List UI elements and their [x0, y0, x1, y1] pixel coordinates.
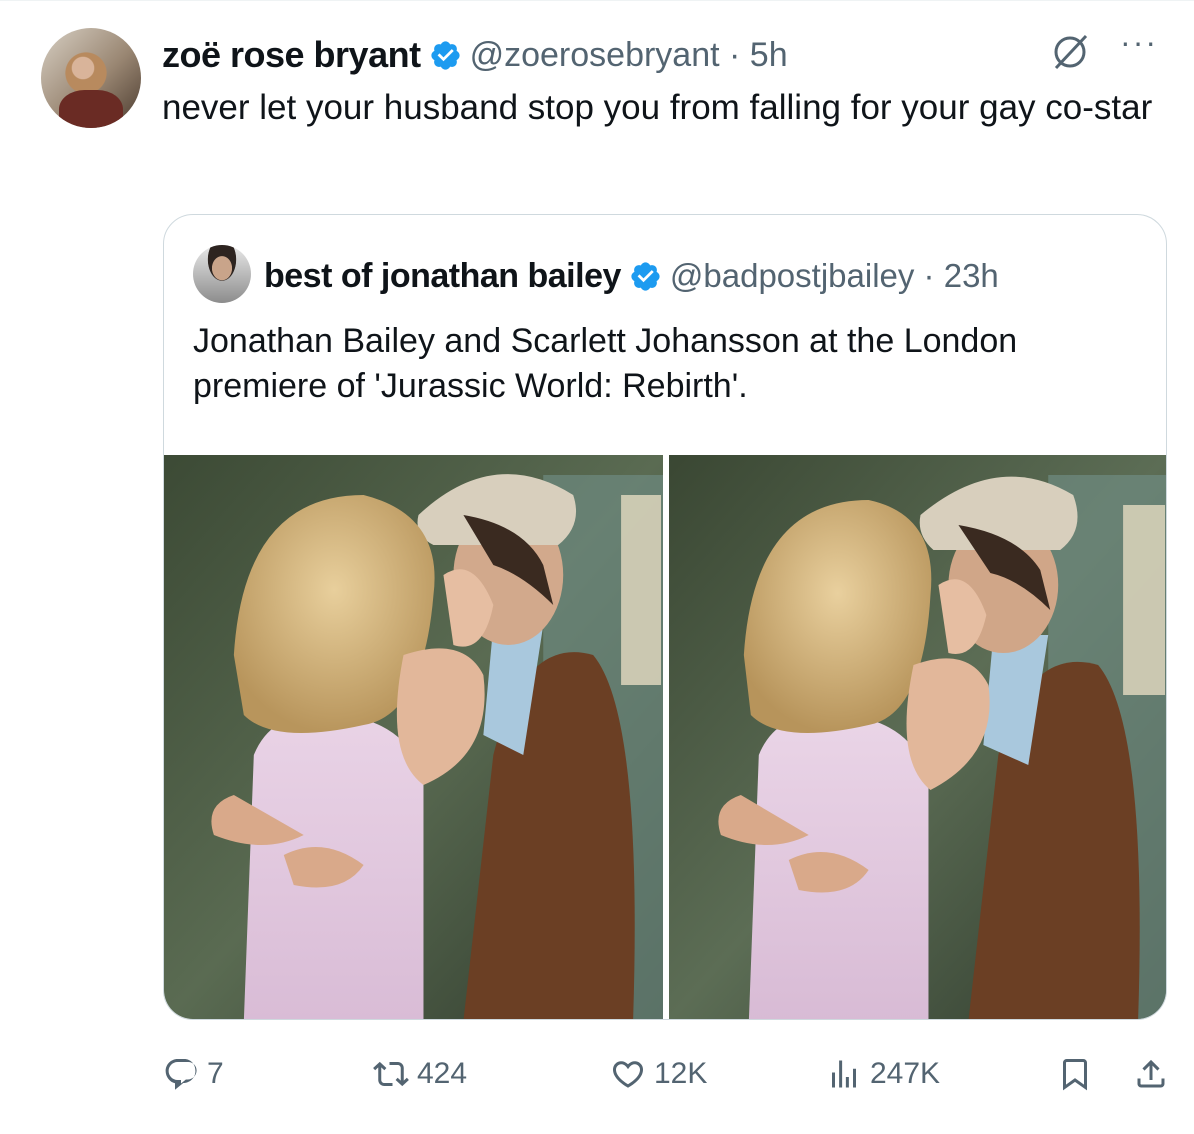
- like-button[interactable]: 12K: [610, 1056, 707, 1092]
- quoted-tweet[interactable]: best of jonathan bailey @badpostjbailey …: [163, 214, 1167, 1020]
- separator-dot: ·: [914, 257, 944, 294]
- repost-count: 424: [417, 1057, 468, 1090]
- views-count: 247K: [870, 1057, 941, 1090]
- right-actions: [1057, 1056, 1169, 1097]
- bookmark-icon[interactable]: [1057, 1056, 1093, 1097]
- quoted-tweet-text: Jonathan Bailey and Scarlett Johansson a…: [193, 322, 1018, 405]
- quoted-tweet-header: best of jonathan bailey @badpostjbailey …: [264, 251, 999, 301]
- separator-dot: ·: [719, 35, 750, 74]
- reply-button[interactable]: 7: [163, 1056, 224, 1092]
- verified-badge-icon: [629, 260, 662, 293]
- quoted-tweet-time[interactable]: 23h: [944, 257, 999, 295]
- like-count: 12K: [654, 1057, 708, 1090]
- grok-icon[interactable]: [1048, 30, 1092, 74]
- author-handle[interactable]: @zoerosebryant: [470, 36, 720, 75]
- reply-count: 7: [207, 1057, 224, 1090]
- photo-1[interactable]: [164, 455, 663, 1019]
- top-divider: [0, 0, 1194, 1]
- repost-button[interactable]: 424: [373, 1056, 467, 1092]
- photo-2[interactable]: [669, 455, 1166, 1019]
- tweet-header: zoë rose bryant @zoerosebryant · 5h: [162, 30, 788, 80]
- share-icon[interactable]: [1133, 1056, 1169, 1097]
- more-icon[interactable]: ···: [1120, 26, 1158, 58]
- tweet-actions: 7 424 12K 247K: [163, 1056, 1169, 1104]
- tweet-top-actions: ···: [1048, 26, 1158, 74]
- tweet-text: never let your husband stop you from fal…: [162, 88, 1153, 127]
- photo-grid: [164, 455, 1166, 1019]
- views-button[interactable]: 247K: [826, 1056, 940, 1092]
- author-name[interactable]: zoë rose bryant: [162, 34, 421, 76]
- reply-icon: [165, 1059, 197, 1090]
- repost-icon: [373, 1061, 409, 1087]
- quoted-author-name[interactable]: best of jonathan bailey: [264, 257, 621, 296]
- tweet-time[interactable]: 5h: [750, 36, 788, 75]
- views-icon: [832, 1060, 856, 1088]
- verified-badge-icon: [429, 39, 462, 72]
- quoted-author-avatar[interactable]: [193, 245, 251, 303]
- quoted-author-handle[interactable]: @badpostjbailey: [670, 257, 915, 295]
- author-avatar[interactable]: [41, 28, 141, 128]
- like-icon: [612, 1061, 644, 1088]
